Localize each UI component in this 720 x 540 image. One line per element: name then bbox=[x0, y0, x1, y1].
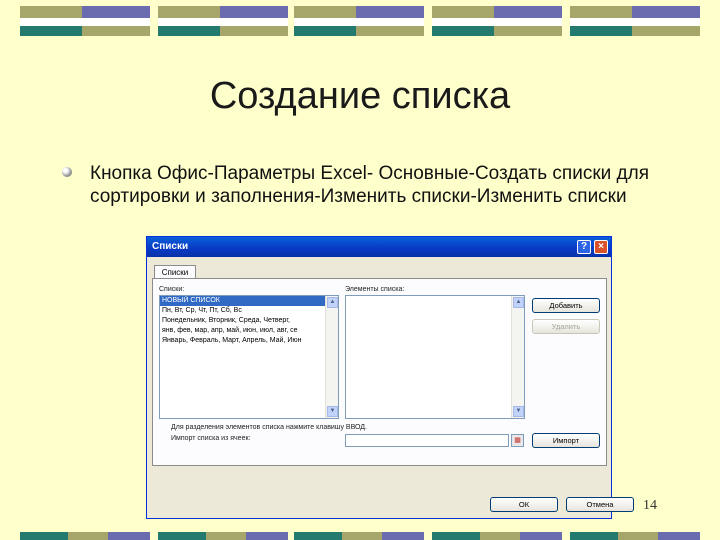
stripe-block bbox=[432, 532, 562, 540]
list-item[interactable]: Пн, Вт, Ср, Чт, Пт, Сб, Вс bbox=[160, 306, 338, 316]
lists-listbox[interactable]: НОВЫЙ СПИСОК Пн, Вт, Ср, Чт, Пт, Сб, Вс … bbox=[159, 295, 339, 419]
stripe-block bbox=[158, 532, 288, 540]
slide-title: Создание списка bbox=[209, 75, 511, 117]
lists-label: Списки: bbox=[159, 286, 185, 293]
tab-panel: Списки: НОВЫЙ СПИСОК Пн, Вт, Ср, Чт, Пт,… bbox=[152, 278, 607, 466]
stripe-block bbox=[294, 6, 424, 36]
bullet-icon bbox=[62, 167, 72, 177]
scroll-down-icon[interactable]: ▼ bbox=[327, 406, 338, 417]
list-item[interactable]: Январь, Февраль, Март, Апрель, Май, Июн bbox=[160, 336, 338, 346]
add-button[interactable]: Добавить bbox=[532, 298, 600, 313]
elements-scrollbar[interactable]: ▲ ▼ bbox=[511, 296, 524, 418]
import-button[interactable]: Импорт bbox=[532, 433, 600, 448]
scroll-up-icon[interactable]: ▲ bbox=[513, 297, 524, 308]
scroll-down-icon[interactable]: ▼ bbox=[513, 406, 524, 417]
dialog-titlebar[interactable]: Списки ? × bbox=[147, 237, 611, 257]
import-label: Импорт списка из ячеек: bbox=[171, 435, 251, 442]
close-button[interactable]: × bbox=[594, 240, 608, 254]
list-item[interactable]: янв, фев, мар, апр, май, июн, июл, авг, … bbox=[160, 326, 338, 336]
range-picker-icon: ▦ bbox=[514, 437, 521, 444]
bottom-decorative-stripe bbox=[0, 532, 720, 540]
import-range-input[interactable] bbox=[345, 434, 509, 447]
elements-label: Элементы списка: bbox=[345, 286, 405, 293]
dialog-title: Списки bbox=[152, 241, 189, 252]
stripe-block bbox=[570, 532, 700, 540]
tab-lists[interactable]: Списки bbox=[154, 265, 196, 279]
stripe-block bbox=[158, 6, 288, 36]
hint-text: Для разделения элементов списка нажмите … bbox=[171, 424, 367, 431]
close-icon: × bbox=[598, 241, 604, 252]
help-button[interactable]: ? bbox=[577, 240, 591, 254]
stripe-block bbox=[20, 6, 150, 36]
stripe-block bbox=[432, 6, 562, 36]
list-item[interactable]: НОВЫЙ СПИСОК bbox=[160, 296, 338, 306]
cancel-button[interactable]: Отмена bbox=[566, 497, 634, 512]
page-number: 14 bbox=[643, 498, 657, 513]
lists-dialog: Списки ? × Списки Списки: НОВЫЙ СПИСОК П… bbox=[146, 236, 634, 519]
ok-button[interactable]: ОК bbox=[490, 497, 558, 512]
delete-button[interactable]: Удалить bbox=[532, 319, 600, 334]
stripe-block bbox=[570, 6, 700, 36]
bullet-text: Кнопка Офис-Параметры Excel- Основные-Со… bbox=[90, 163, 649, 207]
stripe-block bbox=[294, 532, 424, 540]
lists-scrollbar[interactable]: ▲ ▼ bbox=[325, 296, 338, 418]
range-picker-button[interactable]: ▦ bbox=[511, 434, 524, 447]
scroll-up-icon[interactable]: ▲ bbox=[327, 297, 338, 308]
top-decorative-stripe bbox=[0, 6, 720, 36]
list-item[interactable]: Понедельник, Вторник, Среда, Четверг, bbox=[160, 316, 338, 326]
stripe-block bbox=[20, 532, 150, 540]
help-icon: ? bbox=[580, 241, 588, 252]
elements-textarea[interactable]: ▲ ▼ bbox=[345, 295, 525, 419]
